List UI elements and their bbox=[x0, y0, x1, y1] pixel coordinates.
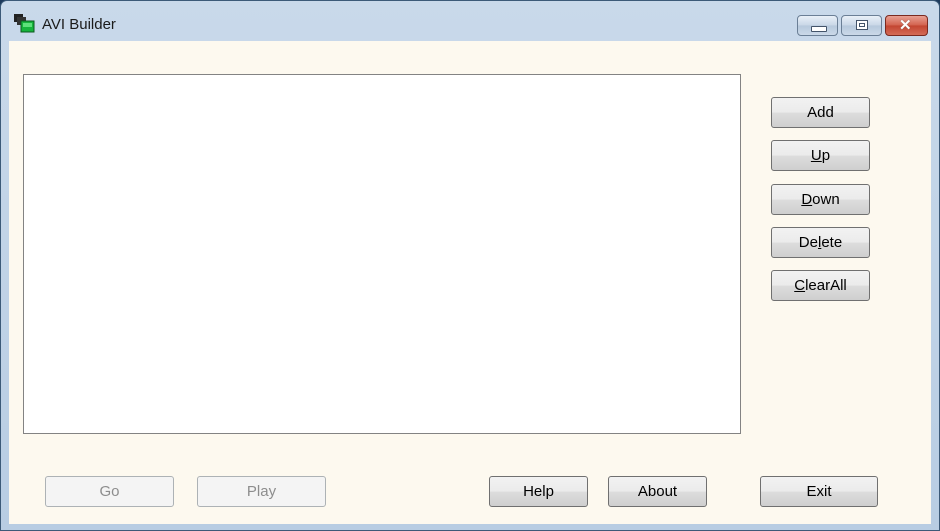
film-clip-icon bbox=[14, 14, 35, 33]
add-label: Add bbox=[807, 104, 834, 121]
close-button[interactable]: ✕ bbox=[885, 15, 928, 36]
play-button[interactable]: Play bbox=[197, 476, 326, 507]
play-label: Play bbox=[246, 483, 277, 500]
delete-label-pre: De bbox=[798, 234, 818, 251]
clearall-mnemonic: C bbox=[794, 277, 806, 294]
help-label: Help bbox=[523, 483, 554, 500]
go-label: Go bbox=[99, 483, 120, 500]
window-title: AVI Builder bbox=[42, 16, 116, 33]
exit-button[interactable]: Exit bbox=[760, 476, 878, 507]
about-button[interactable]: About bbox=[608, 476, 707, 507]
help-button[interactable]: Help bbox=[489, 476, 588, 507]
close-icon: ✕ bbox=[899, 17, 912, 34]
minimize-button[interactable] bbox=[797, 15, 838, 36]
down-mnemonic: D bbox=[801, 191, 813, 208]
app-window: AVI Builder ✕ Add Up Down De l ete ClearAl… bbox=[0, 0, 940, 531]
down-button[interactable]: Down bbox=[771, 184, 870, 215]
delete-label: ete bbox=[821, 234, 843, 251]
up-mnemonic: U bbox=[810, 147, 822, 164]
go-button[interactable]: Go bbox=[45, 476, 174, 507]
delete-button[interactable]: De l ete bbox=[771, 227, 870, 258]
maximize-button[interactable] bbox=[841, 15, 882, 36]
up-button[interactable]: Up bbox=[771, 140, 870, 171]
title-bar[interactable]: AVI Builder ✕ bbox=[1, 1, 939, 41]
about-label: About bbox=[637, 483, 678, 500]
up-label: p bbox=[821, 147, 831, 164]
client-area: Add Up Down De l ete ClearAll Go Play Help… bbox=[9, 41, 931, 524]
down-label: own bbox=[812, 191, 840, 208]
clearall-label: learAll bbox=[805, 277, 847, 294]
add-button[interactable]: Add bbox=[771, 97, 870, 128]
clearall-button[interactable]: ClearAll bbox=[771, 270, 870, 301]
file-list[interactable] bbox=[23, 74, 741, 434]
exit-label: Exit bbox=[806, 483, 832, 500]
